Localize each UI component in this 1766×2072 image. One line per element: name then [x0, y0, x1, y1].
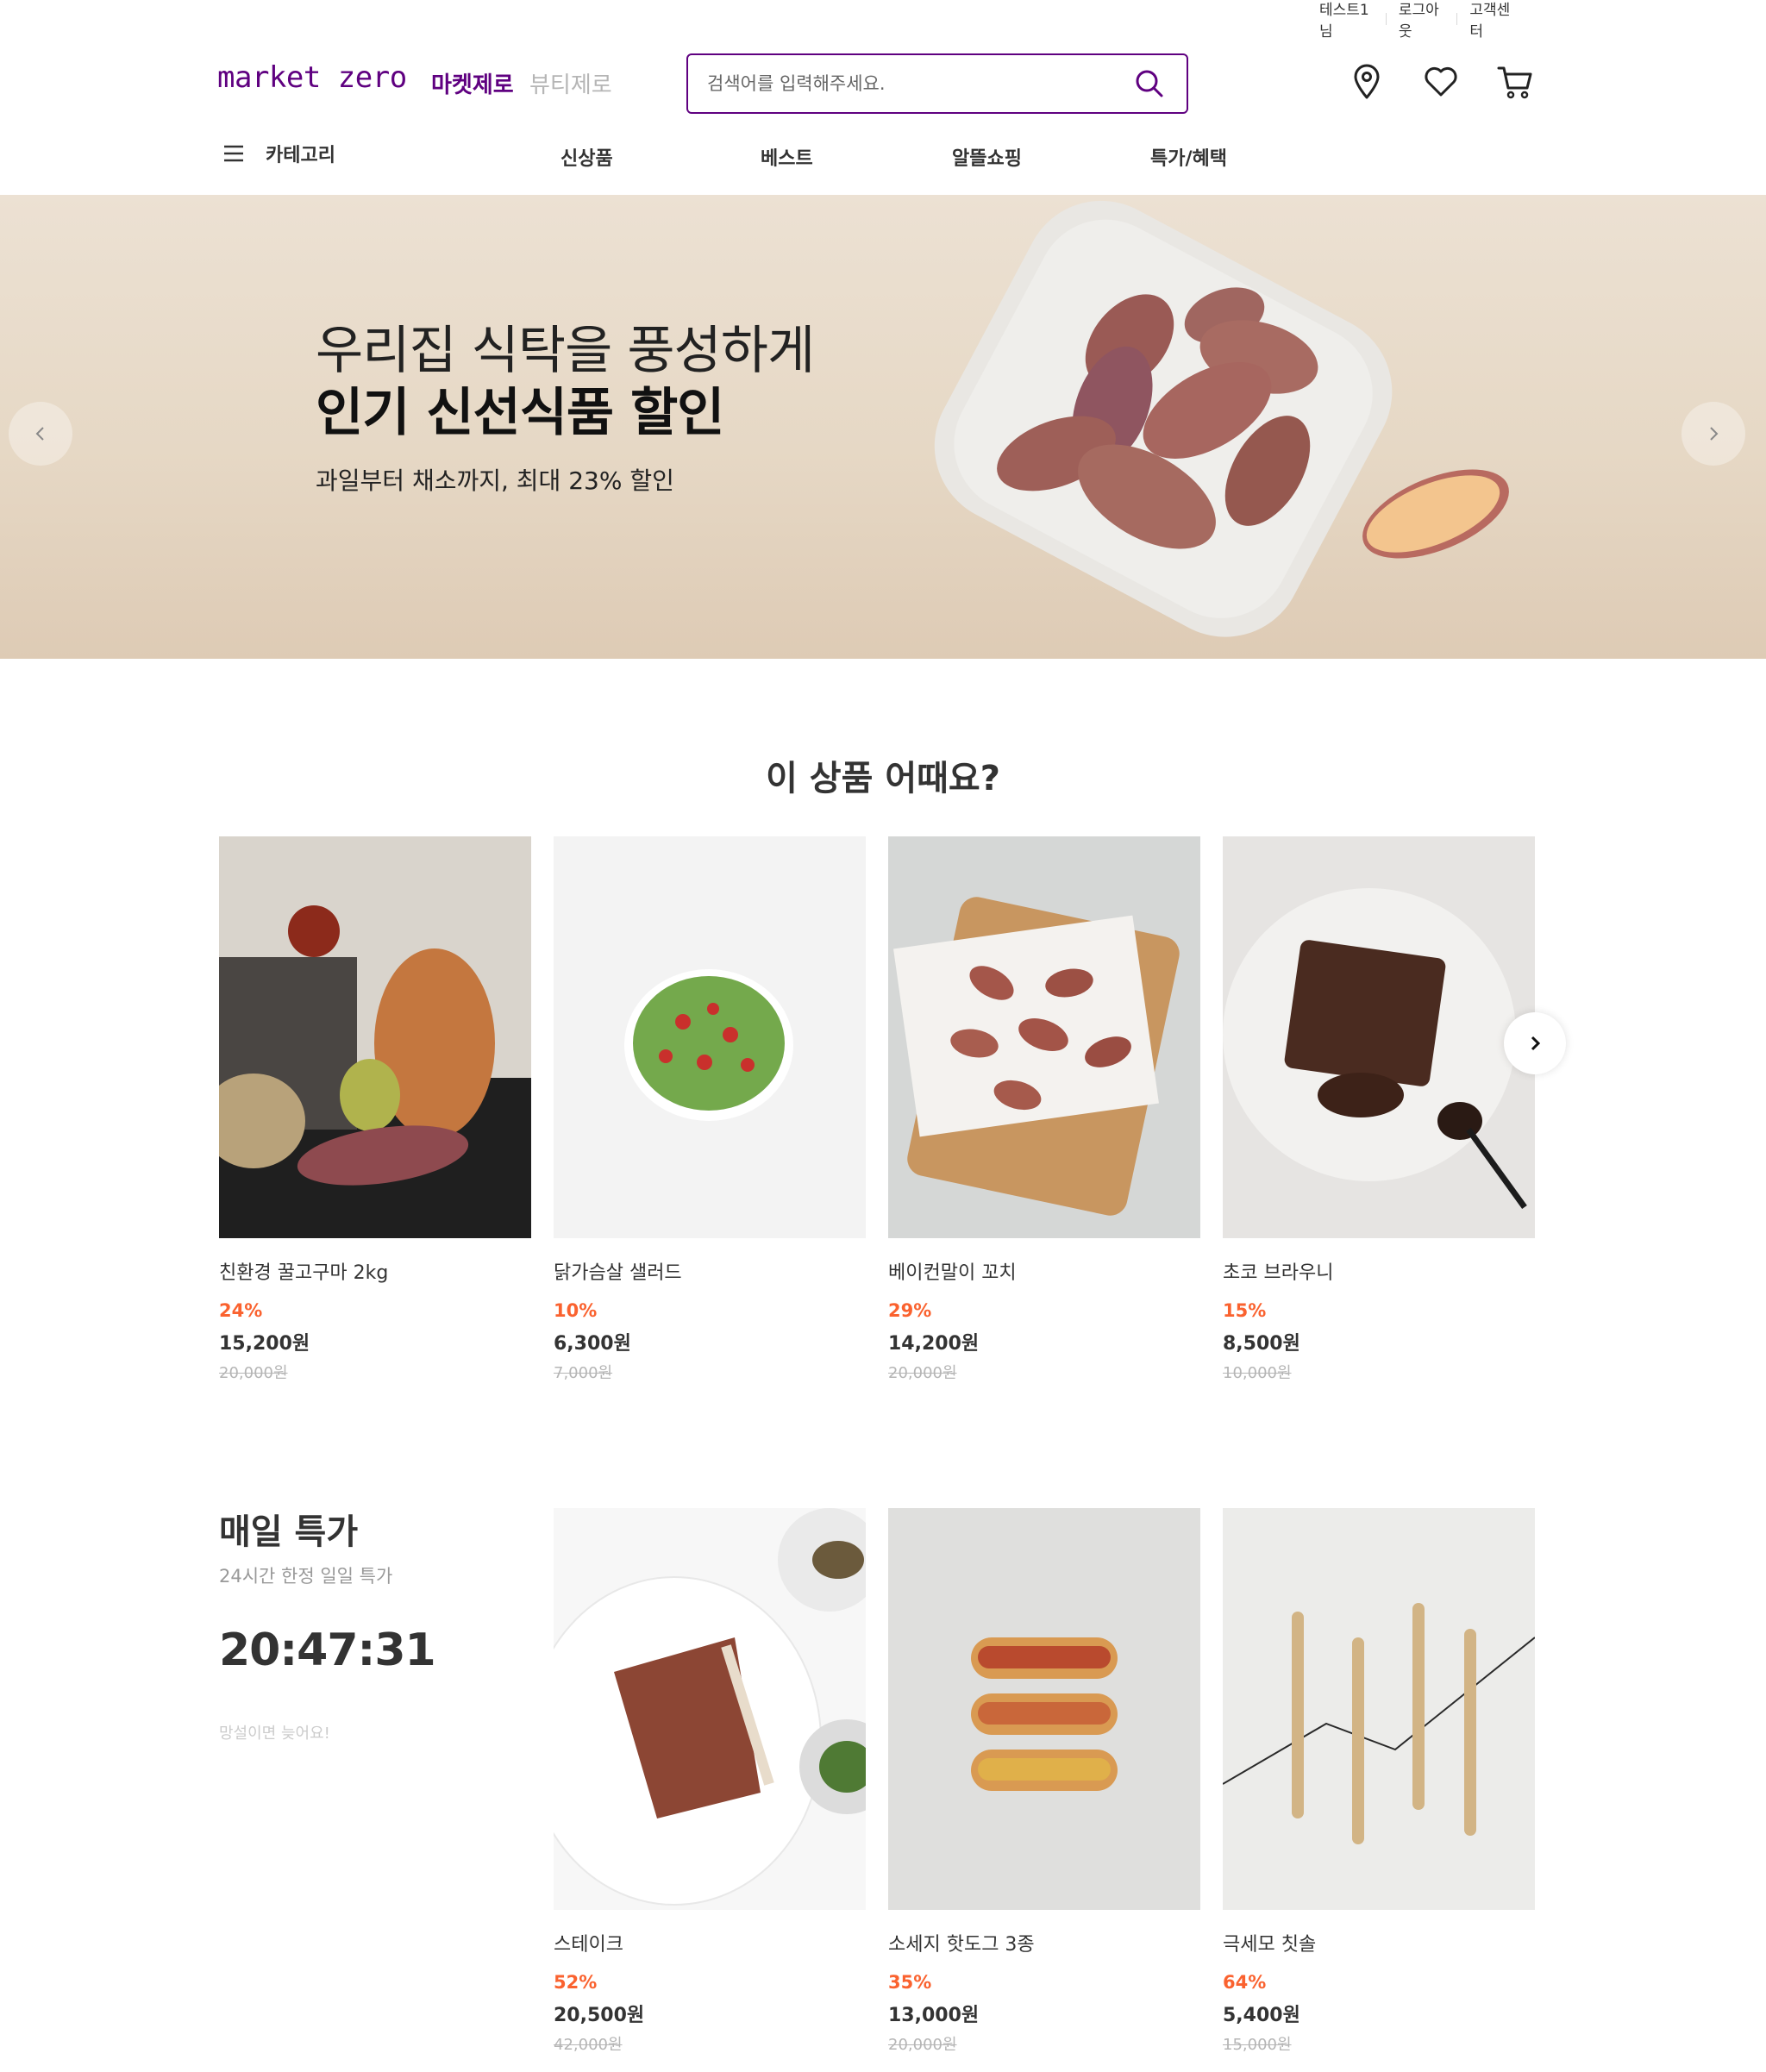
sale-price: 6,300원	[554, 1333, 631, 1355]
nav-new[interactable]: 신상품	[560, 143, 613, 171]
original-price: 20,000원	[219, 1364, 288, 1382]
product-card[interactable]: 닭가슴살 샐러드 10% 6,300원 7,000원	[554, 836, 866, 1383]
main-banner[interactable]: 우리집 식탁을 풍성하게 인기 신선식품 할인 과일부터 채소까지, 최대 23…	[0, 195, 1766, 659]
search-input[interactable]	[707, 73, 1131, 94]
user-name-link[interactable]: 테스트1님	[1311, 0, 1386, 41]
product-image	[554, 1508, 866, 1910]
product-card[interactable]: 초코 브라우니 15% 8,500원 10,000원	[1223, 836, 1535, 1383]
original-price: 7,000원	[554, 1364, 613, 1382]
product-card[interactable]: 친환경 꿀고구마 2kg 24% 15,200원 20,000원	[219, 836, 531, 1383]
global-nav: 카테고리 신상품 베스트 알뜰쇼핑 특가/혜택	[217, 136, 1535, 178]
product-name: 초코 브라우니	[1223, 1262, 1334, 1284]
category-label: 카테고리	[266, 145, 335, 166]
nav-saving[interactable]: 알뜰쇼핑	[952, 143, 1022, 171]
carousel-next-button[interactable]	[1504, 1012, 1566, 1074]
original-price: 42,000원	[554, 2036, 623, 2054]
sale-price: 5,400원	[1223, 2005, 1300, 2026]
product-name: 소세지 핫도그 3종	[888, 1934, 1035, 1956]
customer-center-link[interactable]: 고객센터	[1457, 0, 1528, 41]
deal-subtitle: 24시간 한정 일일 특가	[219, 1566, 393, 1587]
discount-rate: 64%	[1223, 1972, 1267, 1993]
product-name: 극세모 칫솔	[1223, 1934, 1317, 1956]
discount-rate: 24%	[219, 1300, 263, 1321]
product-image	[554, 836, 866, 1238]
chevron-left-icon	[35, 427, 44, 441]
banner-title-line2: 인기 신선식품 할인	[316, 383, 724, 443]
banner-prev-button[interactable]	[9, 402, 72, 466]
location-button[interactable]	[1347, 62, 1387, 102]
sale-price: 15,200원	[219, 1333, 310, 1355]
discount-rate: 35%	[888, 1972, 932, 1993]
sale-price: 20,500원	[554, 2005, 645, 2026]
location-icon	[1354, 64, 1380, 99]
product-name: 닭가슴살 샐러드	[554, 1262, 682, 1284]
tab-beauty-zero[interactable]: 뷰티제로	[529, 67, 612, 99]
product-image	[1223, 1508, 1535, 1910]
category-menu[interactable]: 카테고리	[222, 140, 335, 167]
original-price: 15,000원	[1223, 2036, 1292, 2054]
header-icons	[1347, 62, 1535, 102]
product-card[interactable]: 베이컨말이 꼬치 29% 14,200원 20,000원	[888, 836, 1200, 1383]
product-image	[888, 836, 1200, 1238]
search-icon	[1136, 70, 1163, 97]
utility-bar: 테스트1님 로그아웃 고객센터	[1311, 2, 1528, 41]
recommend-section-title: 이 상품 어때요?	[766, 759, 1000, 798]
product-name: 베이컨말이 꼬치	[888, 1262, 1017, 1284]
search-button[interactable]	[1131, 66, 1168, 102]
hamburger-icon	[224, 145, 243, 162]
tab-market-zero[interactable]: 마켓제로	[431, 67, 514, 99]
discount-rate: 52%	[554, 1972, 598, 1993]
discount-rate: 29%	[888, 1300, 932, 1321]
deal-product-card[interactable]: 극세모 칫솔 64% 5,400원 15,000원	[1223, 1508, 1535, 2055]
header: market zero 마켓제로 뷰티제로	[217, 50, 1535, 116]
cart-icon	[1497, 66, 1532, 99]
nav-deals[interactable]: 특가/혜택	[1150, 143, 1227, 171]
deal-note: 망설이면 늦어요!	[219, 1725, 330, 1743]
cart-button[interactable]	[1495, 62, 1535, 102]
product-image	[219, 836, 531, 1238]
deal-product-card[interactable]: 소세지 핫도그 3종 35% 13,000원 20,000원	[888, 1508, 1200, 2055]
chevron-right-icon	[1531, 1036, 1541, 1051]
banner-next-button[interactable]	[1681, 402, 1745, 466]
sale-price: 14,200원	[888, 1333, 980, 1355]
nav-best[interactable]: 베스트	[761, 143, 813, 171]
sale-price: 8,500원	[1223, 1333, 1300, 1355]
search-box	[686, 53, 1188, 114]
product-image	[888, 1508, 1200, 1910]
deal-product-card[interactable]: 스테이크 52% 20,500원 42,000원	[554, 1508, 866, 2055]
original-price: 10,000원	[1223, 1364, 1292, 1382]
logo[interactable]: market zero	[217, 60, 407, 95]
product-name: 친환경 꿀고구마 2kg	[219, 1262, 389, 1284]
product-image	[1223, 836, 1535, 1238]
logout-link[interactable]: 로그아웃	[1387, 0, 1457, 41]
wishlist-button[interactable]	[1421, 62, 1461, 102]
chevron-right-icon	[1710, 427, 1719, 441]
original-price: 20,000원	[888, 2036, 957, 2054]
banner-sweet-potato-image	[934, 200, 1509, 637]
product-name: 스테이크	[554, 1934, 623, 1956]
original-price: 20,000원	[888, 1364, 957, 1382]
discount-rate: 15%	[1223, 1300, 1267, 1321]
banner-subtitle: 과일부터 채소까지, 최대 23% 할인	[316, 466, 674, 495]
heart-icon	[1425, 66, 1457, 97]
deal-title: 매일 특가	[219, 1512, 359, 1552]
deal-timer: 20:47:31	[219, 1624, 436, 1676]
sale-price: 13,000원	[888, 2005, 980, 2026]
discount-rate: 10%	[554, 1300, 598, 1321]
